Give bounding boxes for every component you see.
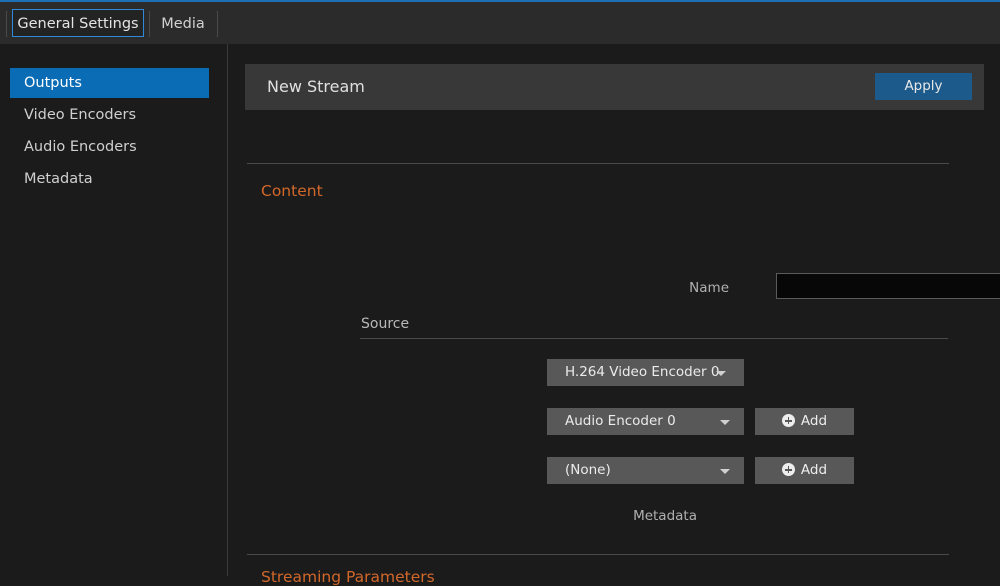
plus-circle-icon bbox=[782, 463, 795, 476]
section-title-streaming-parameters: Streaming Parameters bbox=[261, 568, 435, 586]
apply-button[interactable]: Apply bbox=[875, 73, 972, 100]
plus-circle-icon bbox=[782, 414, 795, 427]
tab-separator-right bbox=[217, 11, 218, 37]
tab-bar: General Settings Media bbox=[0, 2, 1000, 45]
add-audio-button-label: Add bbox=[801, 413, 827, 429]
dropdown-video-value: H.264 Video Encoder 0 bbox=[565, 359, 719, 386]
add-metadata-button-label: Add bbox=[801, 462, 827, 478]
add-metadata-button-content: Add bbox=[755, 457, 854, 484]
add-metadata-button[interactable]: Add bbox=[755, 457, 854, 484]
sidebar: Outputs Video Encoders Audio Encoders Me… bbox=[0, 44, 228, 576]
sidebar-item-outputs[interactable]: Outputs bbox=[10, 68, 209, 98]
chevron-down-icon bbox=[720, 420, 730, 425]
tab-media[interactable]: Media bbox=[155, 9, 211, 37]
dropdown-audio-value: Audio Encoder 0 bbox=[565, 408, 676, 435]
label-name: Name bbox=[609, 280, 729, 296]
dropdown-metadata-value: (None) bbox=[565, 457, 611, 484]
section-rule-content bbox=[247, 163, 949, 164]
dropdown-audio-source[interactable]: Audio Encoder 0 bbox=[547, 408, 744, 435]
name-input[interactable] bbox=[776, 273, 1000, 299]
subsection-rule-source bbox=[360, 338, 948, 339]
subsection-title-source: Source bbox=[361, 316, 409, 332]
tab-separator-left bbox=[6, 11, 7, 37]
chevron-down-icon bbox=[716, 371, 726, 376]
sidebar-item-video-encoders[interactable]: Video Encoders bbox=[10, 100, 209, 130]
label-metadata: Metadata bbox=[577, 508, 697, 524]
add-audio-button-content: Add bbox=[755, 408, 854, 435]
dropdown-metadata-source[interactable]: (None) bbox=[547, 457, 744, 484]
dropdown-video-source[interactable]: H.264 Video Encoder 0 bbox=[547, 359, 744, 386]
sidebar-item-metadata[interactable]: Metadata bbox=[10, 164, 209, 194]
stream-header-bar: New Stream Apply bbox=[245, 64, 984, 110]
section-title-content: Content bbox=[261, 182, 323, 200]
tab-general-settings[interactable]: General Settings bbox=[12, 9, 144, 37]
content-pane: New Stream Apply Content Name Source Vid… bbox=[229, 44, 1000, 576]
page-title: New Stream bbox=[267, 64, 365, 110]
section-rule-streaming-parameters bbox=[247, 554, 949, 555]
chevron-down-icon bbox=[720, 469, 730, 474]
add-audio-button[interactable]: Add bbox=[755, 408, 854, 435]
tab-separator-middle bbox=[149, 11, 150, 37]
sidebar-item-audio-encoders[interactable]: Audio Encoders bbox=[10, 132, 209, 162]
